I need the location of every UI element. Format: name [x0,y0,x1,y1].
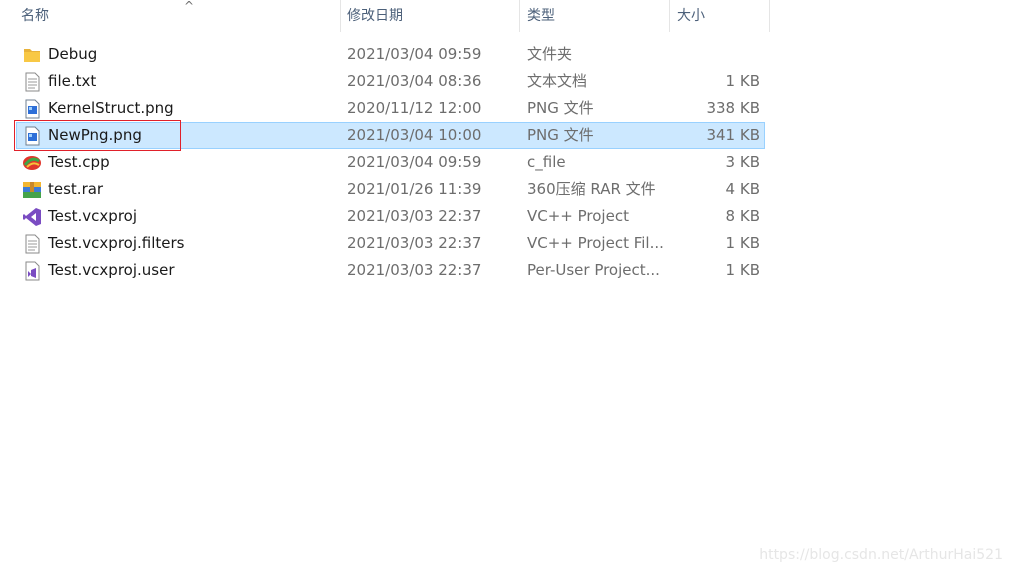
file-date: 2021/03/04 09:59 [347,153,482,171]
column-header-type[interactable]: 类型 [520,0,670,32]
cpp-file-icon [22,153,42,173]
file-name: file.txt [48,72,97,90]
image-file-icon [22,99,42,119]
file-type: 文本文档 [527,72,588,90]
column-header-name[interactable]: 名称 ^ [14,0,341,32]
rar-archive-icon [22,180,42,200]
file-name: Test.cpp [48,153,110,171]
file-size: 4 KB [725,180,760,198]
column-header-type-label: 类型 [527,8,555,24]
file-type: c_file [527,153,566,171]
file-row[interactable]: KernelStruct.png 2020/11/12 12:00 PNG 文件… [0,95,770,122]
file-size [680,41,760,68]
file-size: 1 KB [725,234,760,252]
file-type: Per-User Project... [527,261,660,279]
file-date: 2021/03/03 22:37 [347,207,482,225]
file-date: 2021/03/03 22:37 [347,261,482,279]
file-type: PNG 文件 [527,99,594,117]
file-date: 2021/01/26 11:39 [347,180,482,198]
file-type: 360压缩 RAR 文件 [527,180,656,198]
annotation-highlight-box [14,120,181,151]
file-explorer: 名称 ^ 修改日期 类型 大小 Debug 2021/03/04 09:59 文… [0,0,1011,573]
file-type: VC++ Project [527,207,629,225]
file-row[interactable]: Test.vcxproj.user 2021/03/03 22:37 Per-U… [0,257,770,284]
folder-icon [22,45,42,65]
file-row[interactable]: Test.cpp 2021/03/04 09:59 c_file 3 KB [0,149,770,176]
file-name: Test.vcxproj.user [48,261,175,279]
column-header-size[interactable]: 大小 [670,0,770,32]
text-file-icon [22,72,42,92]
file-size: 341 KB [706,126,760,144]
sort-ascending-icon: ^ [184,0,195,13]
file-row-selected[interactable]: NewPng.png 2021/03/04 10:00 PNG 文件 341 K… [0,120,770,151]
file-row[interactable]: Test.vcxproj.filters 2021/03/03 22:37 VC… [0,230,770,257]
file-size: 8 KB [725,207,760,225]
file-name: Test.vcxproj.filters [48,234,185,252]
visual-studio-project-icon [22,207,42,227]
file-size: 3 KB [725,153,760,171]
file-size: 1 KB [725,72,760,90]
file-date: 2021/03/04 08:36 [347,72,482,90]
column-header-date[interactable]: 修改日期 [340,0,520,32]
vs-user-file-icon [22,261,42,281]
file-list: Debug 2021/03/04 09:59 文件夹 file.txt 2021… [0,41,770,284]
file-row[interactable]: file.txt 2021/03/04 08:36 文本文档 1 KB [0,68,770,95]
file-date: 2021/03/04 10:00 [347,126,482,144]
file-name: Test.vcxproj [48,207,138,225]
column-header-name-label: 名称 [21,8,49,24]
file-date: 2021/03/04 09:59 [347,45,482,63]
file-type: 文件夹 [527,45,573,63]
file-type: PNG 文件 [527,126,594,144]
file-date: 2020/11/12 12:00 [347,99,482,117]
file-name: test.rar [48,180,104,198]
file-name: Debug [48,45,98,63]
file-size: 338 KB [706,99,760,117]
file-size: 1 KB [725,261,760,279]
file-date: 2021/03/03 22:37 [347,234,482,252]
column-header-bar: 名称 ^ 修改日期 类型 大小 [0,0,770,32]
file-row[interactable]: Test.vcxproj 2021/03/03 22:37 VC++ Proje… [0,203,770,230]
file-type: VC++ Project Fil... [527,234,664,252]
file-row[interactable]: test.rar 2021/01/26 11:39 360压缩 RAR 文件 4… [0,176,770,203]
column-header-date-label: 修改日期 [347,8,403,24]
generic-file-icon [22,234,42,254]
file-row[interactable]: Debug 2021/03/04 09:59 文件夹 [0,41,770,68]
column-header-size-label: 大小 [677,8,705,24]
watermark-text: https://blog.csdn.net/ArthurHai521 [759,547,1003,563]
file-name: KernelStruct.png [48,99,174,117]
